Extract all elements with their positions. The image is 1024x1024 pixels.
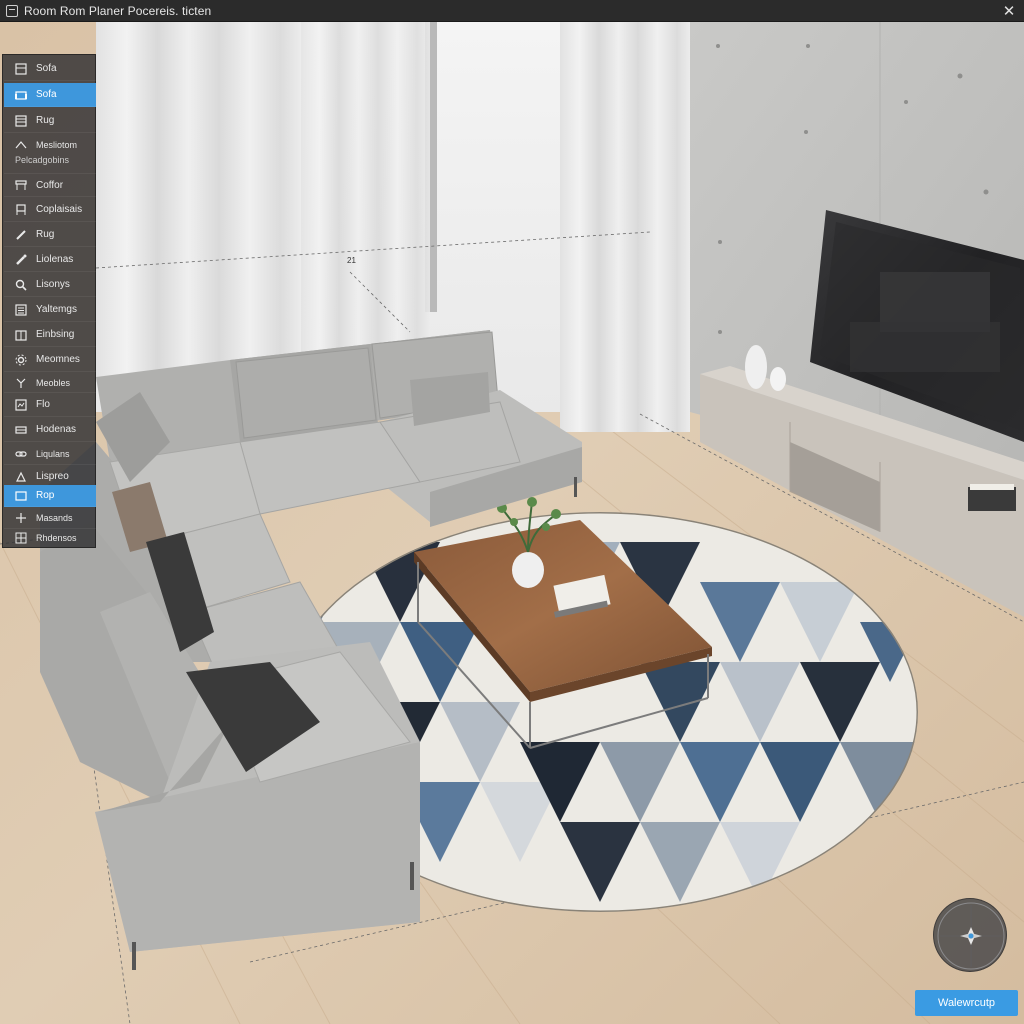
palette-item-label: Liqulans bbox=[36, 448, 70, 459]
compass-widget[interactable] bbox=[933, 898, 1007, 972]
dimension-label: 21 bbox=[347, 256, 356, 265]
palette-item-coffee-table[interactable]: Coffor bbox=[4, 173, 96, 197]
palette-item-floor[interactable]: Flo bbox=[4, 393, 96, 417]
palette-item-label: Lisonys bbox=[36, 279, 70, 290]
palette-item-measure[interactable]: Mesliotom bbox=[4, 135, 96, 155]
floor-icon bbox=[14, 398, 28, 412]
palette-item-label: Meobles bbox=[36, 377, 71, 388]
window-title: Room Rom Planer Pocereis. ticten bbox=[24, 3, 212, 18]
palette-item-plant[interactable]: Meobles bbox=[4, 373, 96, 393]
palette-item-label: Masands bbox=[36, 512, 73, 523]
brush-icon bbox=[14, 253, 28, 267]
palette-item-label: Coffor bbox=[36, 179, 64, 191]
walkthrough-button[interactable]: Walewrcutp bbox=[915, 990, 1018, 1016]
palette-subtitle: Pelcadgobins bbox=[15, 155, 70, 165]
palette-item-sofa-active[interactable]: Sofa bbox=[4, 83, 96, 107]
palette-item-label: Coplaisais bbox=[36, 204, 83, 215]
search-icon bbox=[14, 278, 28, 292]
room-scene[interactable] bbox=[0, 22, 1024, 1024]
palette-item-link[interactable]: Liqulans bbox=[4, 443, 96, 465]
grid-icon bbox=[14, 531, 28, 545]
sofa-icon bbox=[14, 88, 28, 102]
palette-item-shelf[interactable]: Hodenas bbox=[4, 418, 96, 442]
palette-item-label: Rug bbox=[36, 229, 55, 240]
palette-item-cabinet[interactable]: Einbsing bbox=[4, 323, 96, 347]
app-icon bbox=[6, 4, 18, 17]
palette-item-rug-tool[interactable]: Rug bbox=[4, 223, 96, 247]
palette-item-brush[interactable]: Liolenas bbox=[4, 248, 96, 272]
compass-icon bbox=[937, 902, 1005, 970]
palette-item-label: Rop bbox=[36, 490, 55, 501]
pencil-icon bbox=[14, 228, 28, 242]
palette-item-label: Rug bbox=[36, 115, 55, 126]
settings-icon bbox=[14, 353, 28, 367]
palette-item-label: Mesliotom bbox=[36, 140, 78, 150]
shelf-icon bbox=[14, 423, 28, 437]
rug-icon bbox=[14, 114, 28, 128]
palette-item-move[interactable]: Masands bbox=[4, 507, 96, 529]
palette-item-label: Hodenas bbox=[36, 424, 77, 435]
palette-item-chair[interactable]: Coplaisais bbox=[4, 198, 96, 222]
palette-item-label: Sofa bbox=[36, 63, 57, 74]
link-icon bbox=[14, 447, 28, 461]
palette-item-grid[interactable]: Rhdensos bbox=[4, 529, 96, 547]
palette-item-label: Einbsing bbox=[36, 329, 75, 340]
plant-icon bbox=[14, 376, 28, 390]
palette-item-settings[interactable]: Meomnes bbox=[4, 348, 96, 372]
cabinet-icon bbox=[14, 328, 28, 342]
window-titlebar: Room Rom Planer Pocereis. ticten ✕ bbox=[0, 0, 1024, 22]
move-icon bbox=[14, 511, 28, 525]
palette-item-box-active[interactable]: Rop bbox=[4, 485, 96, 507]
palette-item-label: Rhdensos bbox=[36, 533, 77, 543]
palette-item-sofa[interactable]: Sofa bbox=[4, 57, 96, 81]
chair-icon bbox=[14, 203, 28, 217]
palette-item-label: Lispreo bbox=[36, 471, 69, 482]
palette-item-label: Liolenas bbox=[36, 254, 74, 265]
palette-item-list[interactable]: Yaltemgs bbox=[4, 298, 96, 322]
palette-item-label: Flo bbox=[36, 399, 50, 410]
light-icon bbox=[14, 470, 28, 484]
table-icon bbox=[14, 178, 28, 192]
close-icon[interactable]: ✕ bbox=[998, 0, 1020, 22]
box-icon bbox=[14, 489, 28, 503]
palette-item-search[interactable]: Lisonys bbox=[4, 273, 96, 297]
3d-viewport[interactable]: 21 Sofa Sofa Rug Mesliotom Pelcadgobins … bbox=[0, 22, 1024, 1024]
measure-icon bbox=[14, 138, 28, 152]
tool-palette: Sofa Sofa Rug Mesliotom Pelcadgobins Cof… bbox=[2, 54, 96, 548]
palette-item-label: Sofa bbox=[36, 89, 57, 100]
palette-item-label: Yaltemgs bbox=[36, 304, 77, 315]
sofa-icon bbox=[14, 62, 28, 76]
palette-item-rug[interactable]: Rug bbox=[4, 109, 96, 133]
list-icon bbox=[14, 303, 28, 317]
palette-item-label: Meomnes bbox=[36, 354, 80, 365]
